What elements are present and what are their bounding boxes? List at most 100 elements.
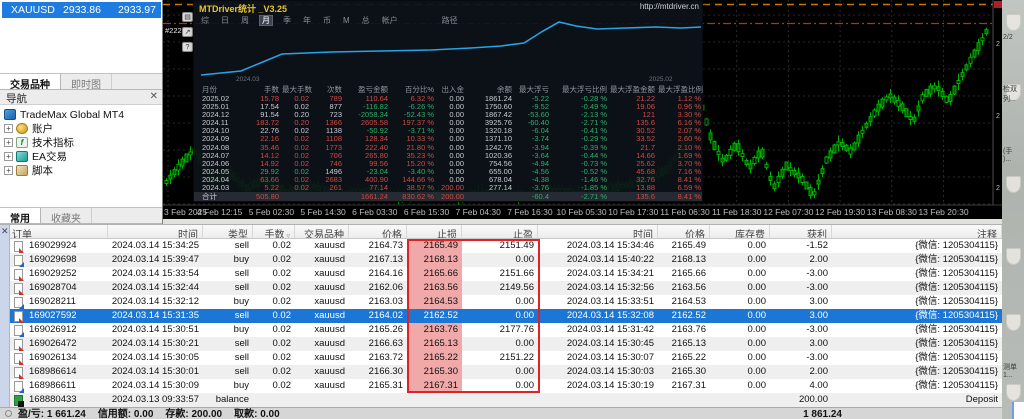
stats-row: 2024.11183.720.2013662605.58197.37 %0.00… [194, 119, 702, 127]
sidebar-item-技术指标[interactable]: +f技术指标 [4, 136, 124, 149]
order-row-169027592[interactable]: 1690275922024.03.14 15:31:35sell0.02xauu… [10, 309, 1002, 323]
time-tick: 4 Feb 12:15 [197, 207, 242, 217]
orders-col-2[interactable]: 类型 [203, 225, 253, 238]
stats-row: 2024.0614.920.0274699.5615.20 %0.00754.5… [194, 160, 702, 168]
stats-row: 2024.0529.920.021496-23.04-3.40 %0.00655… [194, 168, 702, 176]
market-watch-row-xauusd[interactable]: XAUUSD 2933.86 2933.97 [2, 2, 161, 18]
buy-order-icon [14, 297, 23, 308]
time-tick: 11 Feb 18:30 [712, 207, 761, 217]
close-icon[interactable]: ✕ [150, 91, 158, 102]
expand-icon[interactable]: + [4, 166, 13, 175]
close-icon[interactable]: ✕ [1, 226, 9, 237]
navigator-root[interactable]: TradeMax Global MT4 [4, 108, 124, 121]
bid-price: 2933.86 [63, 4, 109, 16]
chart-button[interactable]: ▤ [182, 12, 193, 22]
order-row-169029252[interactable]: 1690292522024.03.14 15:33:54sell0.02xauu… [10, 267, 1002, 281]
tab-即时图[interactable]: 即时图 [61, 74, 112, 89]
stats-menu-季[interactable]: 季 [281, 16, 293, 25]
navigator-tabs: 常用收藏夹 [0, 207, 163, 223]
sell-order-icon [14, 339, 23, 350]
sort-icon: ▿ [285, 233, 290, 238]
accounts-icon [16, 123, 28, 134]
symbol-name: XAUUSD [11, 4, 63, 16]
chart-button[interactable]: ↗ [182, 27, 193, 37]
order-row-169026472[interactable]: 1690264722024.03.14 15:30:21sell0.02xauu… [10, 337, 1002, 351]
stats-window-title: MTDriver统计 _V3.25 http://mtdriver.cn [194, 1, 702, 14]
expand-icon[interactable]: + [4, 138, 13, 147]
stats-menu-path[interactable]: 路径 [440, 16, 460, 25]
orders-col-5[interactable]: 价格 [349, 225, 407, 238]
time-tick: 10 Feb 05:30 [557, 207, 607, 217]
order-row-168986614[interactable]: 1689866142024.03.14 15:30:01sell0.02xauu… [10, 365, 1002, 379]
desktop-text-fragment: (手 [1003, 146, 1012, 156]
order-row-169028211[interactable]: 1690282112024.03.14 15:32:12buy0.02xauus… [10, 295, 1002, 309]
summary-total: 1 861.24 [782, 408, 842, 419]
stats-row: 2024.0835.460.021773222.4021.80 %0.00124… [194, 144, 702, 152]
order-row-169029924[interactable]: 1690299242024.03.14 15:34:25sell0.02xauu… [10, 239, 1002, 253]
orders-col-6[interactable]: 止损 [407, 225, 462, 238]
experts-icon [16, 151, 28, 162]
stats-menu-年[interactable]: 年 [301, 16, 313, 25]
orders-col-9[interactable]: 价格 [658, 225, 710, 238]
orders-header-row[interactable]: 订单时间类型手数 ▿交易品种价格止损止盈时间价格库存费获利注释 [10, 225, 1002, 239]
orders-col-8[interactable]: 时间 [538, 225, 658, 238]
svg-text:2: 2 [996, 41, 1000, 48]
balance-order-icon [14, 395, 23, 406]
order-row-169028704[interactable]: 1690287042024.03.14 15:32:44sell0.02xauu… [10, 281, 1002, 295]
stats-row: 合计505.801661.24830.62 %200.00-60.4-2.71 … [194, 192, 702, 201]
orders-col-7[interactable]: 止盈 [462, 225, 538, 238]
buy-order-icon [14, 255, 23, 266]
time-tick: 12 Feb 19:30 [815, 207, 865, 217]
stats-menu-综[interactable]: 综 [199, 16, 211, 25]
orders-col-3[interactable]: 手数 ▿ [253, 225, 295, 238]
orders-col-11[interactable]: 获利 [770, 225, 832, 238]
navigator-panel: 导航 ✕ TradeMax Global MT4+账户+f技术指标+EA交易+脚… [0, 90, 163, 224]
stats-menu-周[interactable]: 周 [239, 16, 251, 25]
sidebar-item-账户[interactable]: +账户 [4, 122, 124, 135]
orders-col-10[interactable]: 库存费 [710, 225, 770, 238]
expand-icon[interactable]: + [4, 124, 13, 133]
order-row-168986611[interactable]: 1689866112024.03.14 15:30:09buy0.02xauus… [10, 379, 1002, 393]
toolbox-edge-strip[interactable]: ✕ [0, 225, 10, 419]
stats-menu-总[interactable]: 总 [360, 16, 372, 25]
stats-menu-M[interactable]: M [341, 16, 352, 25]
desktop-strip: 2/2检双列...(手)...测单1... [1002, 0, 1024, 419]
desktop-shield-icon [1006, 176, 1021, 193]
stats-menu-帐户[interactable]: 帐户 [380, 16, 400, 25]
mtdriver-stats-window[interactable]: MTDriver统计 _V3.25 http://mtdriver.cn 综日周… [193, 0, 703, 202]
order-row-169029698[interactable]: 1690296982024.03.14 15:39:47buy0.02xauus… [10, 253, 1002, 267]
orders-col-4[interactable]: 交易品种 [295, 225, 349, 238]
desktop-text-fragment: 2/2 [1003, 34, 1013, 41]
summary-part: 取款: 0.00 [234, 409, 280, 419]
tab-常用[interactable]: 常用 [0, 208, 41, 223]
order-row-169026912[interactable]: 1690269122024.03.14 15:30:51buy0.02xauus… [10, 323, 1002, 337]
stats-menu-币[interactable]: 币 [321, 16, 333, 25]
stats-row: 2024.1291.540.20723-2058.34-52.43 %0.001… [194, 111, 702, 119]
stats-row: 2024.0463.660.022683400.90144.66 %0.0067… [194, 176, 702, 184]
orders-col-12[interactable]: 注释 [832, 225, 1002, 238]
tab-交易品种[interactable]: 交易品种 [0, 74, 61, 89]
stats-row: 2025.0117.540.02877-116.82-6.26 %0.00175… [194, 103, 702, 111]
time-tick: 13 Feb 20:30 [918, 207, 968, 217]
stats-row: 2024.1022.760.021138-50.92-3.71 %0.00132… [194, 127, 702, 135]
account-summary-bar: 盈/亏: 1 661.24信用额: 0.00存款: 200.00取款: 0.00… [0, 407, 1002, 419]
order-row-168880433[interactable]: 1688804332024.03.13 09:33:57balance200.0… [10, 393, 1002, 407]
orders-col-1[interactable]: 时间 [108, 225, 203, 238]
navigator-title: 导航 [0, 90, 163, 105]
desktop-text-fragment: 1... [1003, 372, 1013, 379]
order-row-169026134[interactable]: 1690261342024.03.14 15:30:05sell0.02xauu… [10, 351, 1002, 365]
sidebar-item-脚本[interactable]: +脚本 [4, 164, 124, 177]
expand-icon[interactable]: + [4, 152, 13, 161]
stats-menu-日[interactable]: 日 [219, 16, 231, 25]
tab-收藏夹[interactable]: 收藏夹 [41, 208, 92, 223]
sell-order-icon [14, 283, 23, 294]
chart-button[interactable]: ? [182, 42, 193, 52]
stats-row: 2024.0922.160.021108128.3410.33 %0.00137… [194, 135, 702, 143]
stats-menu-月[interactable]: 月 [259, 15, 273, 26]
orders-col-0[interactable]: 订单 [10, 225, 108, 238]
summary-part: 信用额: 0.00 [98, 409, 154, 419]
sidebar-item-EA交易[interactable]: +EA交易 [4, 150, 124, 163]
monthly-stats-table: 月份手数最大手数次数盈亏金额百分比%出入金余额最大浮亏最大浮亏比例最大浮盈金额最… [194, 85, 702, 201]
time-tick: 12 Feb 07:30 [763, 207, 813, 217]
desktop-text-fragment: 检双 [1003, 84, 1017, 94]
